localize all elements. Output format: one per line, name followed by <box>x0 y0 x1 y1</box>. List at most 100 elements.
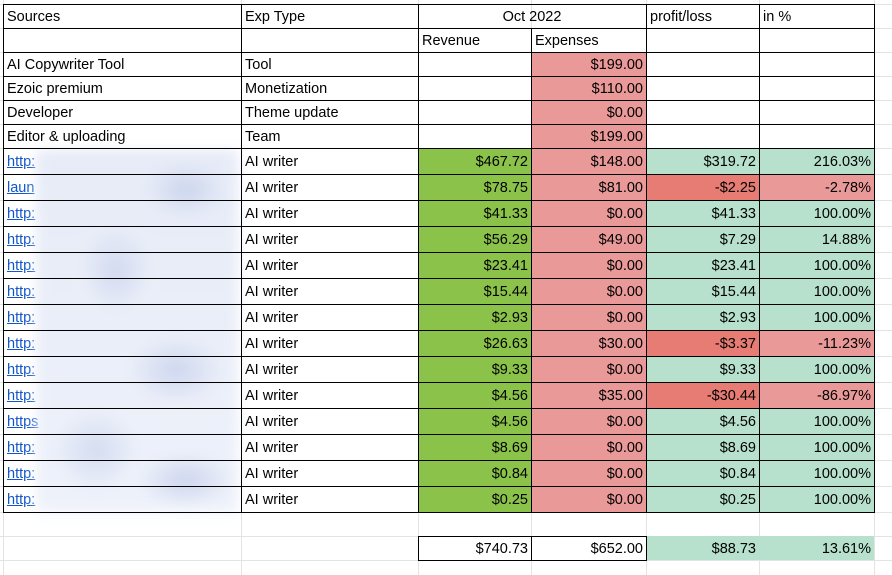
site-profit-cell[interactable]: $23.41 <box>646 252 759 278</box>
site-profit-cell-text[interactable]: $8.69 <box>720 441 756 456</box>
header-revenue[interactable]: Revenue <box>418 28 531 52</box>
expense-amount-cell[interactable]: $0.00 <box>531 100 646 124</box>
header-exp-type-text[interactable]: Exp Type <box>245 10 305 25</box>
site-profit-cell[interactable]: $319.72 <box>646 148 759 174</box>
site-expenses-cell[interactable]: $0.00 <box>531 486 646 512</box>
site-expenses-cell[interactable]: $0.00 <box>531 434 646 460</box>
site-profit-cell[interactable]: $0.25 <box>646 486 759 512</box>
site-expenses-cell[interactable]: $0.00 <box>531 356 646 382</box>
site-pct-cell-text[interactable]: 100.00% <box>814 207 871 222</box>
site-pct-cell[interactable]: 100.00% <box>759 408 874 434</box>
site-revenue-cell-text[interactable]: $4.56 <box>492 415 528 430</box>
site-pct-cell[interactable]: -86.97% <box>759 382 874 408</box>
site-revenue-cell[interactable]: $0.25 <box>418 486 531 512</box>
site-revenue-cell[interactable]: $0.84 <box>418 460 531 486</box>
expense-amount-cell[interactable]: $110.00 <box>531 76 646 100</box>
site-expenses-cell[interactable]: $0.00 <box>531 278 646 304</box>
expense-profit-cell[interactable] <box>646 52 759 76</box>
total-revenue-cell-text[interactable]: $740.73 <box>476 542 528 557</box>
site-profit-cell[interactable]: $41.33 <box>646 200 759 226</box>
expense-source-cell[interactable]: AI Copywriter Tool <box>3 52 241 76</box>
site-revenue-cell[interactable]: $26.63 <box>418 330 531 356</box>
site-type-cell[interactable]: AI writer <box>241 486 418 512</box>
expense-amount-cell-text[interactable]: $0.00 <box>607 106 643 121</box>
site-expenses-cell-text[interactable]: $30.00 <box>599 337 643 352</box>
site-link-cell-text[interactable]: http: <box>7 389 35 404</box>
site-profit-cell[interactable]: $9.33 <box>646 356 759 382</box>
site-link-cell-text[interactable]: http: <box>7 285 35 300</box>
site-expenses-cell[interactable]: $49.00 <box>531 226 646 252</box>
expense-revenue-cell[interactable] <box>418 52 531 76</box>
site-link-cell-text[interactable]: http: <box>7 467 35 482</box>
site-profit-cell-text[interactable]: $9.33 <box>720 363 756 378</box>
site-revenue-cell[interactable]: $15.44 <box>418 278 531 304</box>
site-pct-cell[interactable]: -2.78% <box>759 174 874 200</box>
site-expenses-cell-text[interactable]: $148.00 <box>591 155 643 170</box>
site-link-cell-text[interactable]: http: <box>7 259 35 274</box>
site-pct-cell-text[interactable]: -11.23% <box>818 337 871 352</box>
site-revenue-cell-text[interactable]: $9.33 <box>492 363 528 378</box>
site-profit-cell[interactable]: $15.44 <box>646 278 759 304</box>
site-revenue-cell[interactable]: $78.75 <box>418 174 531 200</box>
site-expenses-cell-text[interactable]: $0.00 <box>607 467 643 482</box>
site-pct-cell-text[interactable]: 100.00% <box>814 311 871 326</box>
expense-amount-cell-text[interactable]: $199.00 <box>591 130 643 145</box>
expense-amount-cell-text[interactable]: $110.00 <box>592 82 643 97</box>
site-expenses-cell-text[interactable]: $0.00 <box>607 285 643 300</box>
site-type-cell-text[interactable]: AI writer <box>245 207 298 222</box>
site-type-cell[interactable]: AI writer <box>241 226 418 252</box>
site-revenue-cell[interactable]: $9.33 <box>418 356 531 382</box>
expense-type-cell-text[interactable]: Monetization <box>245 82 327 97</box>
site-type-cell-text[interactable]: AI writer <box>245 337 298 352</box>
site-revenue-cell-text[interactable]: $4.56 <box>492 389 528 404</box>
site-link-cell-text[interactable]: http: <box>7 207 35 222</box>
header-in-pct-text[interactable]: in % <box>763 10 791 25</box>
site-type-cell-text[interactable]: AI writer <box>245 155 298 170</box>
site-profit-cell[interactable]: -$3.37 <box>646 330 759 356</box>
site-link-cell-text[interactable]: https <box>7 415 38 430</box>
site-revenue-cell-text[interactable]: $56.29 <box>484 233 528 248</box>
site-revenue-cell-text[interactable]: $23.41 <box>484 259 528 274</box>
expense-profit-cell[interactable] <box>646 100 759 124</box>
expense-source-cell-text[interactable]: Developer <box>7 106 73 121</box>
site-revenue-cell-text[interactable]: $15.44 <box>484 285 528 300</box>
site-pct-cell[interactable]: 14.88% <box>759 226 874 252</box>
expense-source-cell-text[interactable]: Ezoic premium <box>7 82 103 97</box>
site-profit-cell[interactable]: -$2.25 <box>646 174 759 200</box>
site-revenue-cell-text[interactable]: $26.63 <box>484 337 528 352</box>
site-profit-cell-text[interactable]: $15.44 <box>712 285 756 300</box>
site-profit-cell-text[interactable]: $7.29 <box>720 233 756 248</box>
site-pct-cell-text[interactable]: 216.03% <box>814 155 871 170</box>
site-pct-cell[interactable]: 100.00% <box>759 252 874 278</box>
site-type-cell[interactable]: AI writer <box>241 382 418 408</box>
site-type-cell-text[interactable]: AI writer <box>245 467 298 482</box>
header-expenses[interactable]: Expenses <box>531 28 646 52</box>
site-expenses-cell[interactable]: $0.00 <box>531 252 646 278</box>
header-expenses-text[interactable]: Expenses <box>535 34 599 49</box>
site-pct-cell-text[interactable]: 14.88% <box>822 233 871 248</box>
site-pct-cell-text[interactable]: -86.97% <box>817 389 871 404</box>
site-expenses-cell-text[interactable]: $81.00 <box>599 181 643 196</box>
total-revenue-cell[interactable]: $740.73 <box>418 536 531 560</box>
site-expenses-cell[interactable]: $0.00 <box>531 408 646 434</box>
site-profit-cell-text[interactable]: $23.41 <box>712 259 756 274</box>
site-profit-cell-text[interactable]: $0.84 <box>720 467 756 482</box>
site-expenses-cell-text[interactable]: $0.00 <box>607 493 643 508</box>
site-type-cell-text[interactable]: AI writer <box>245 311 298 326</box>
site-revenue-cell[interactable]: $2.93 <box>418 304 531 330</box>
header-profit-loss[interactable]: profit/loss <box>646 4 759 28</box>
site-pct-cell-text[interactable]: 100.00% <box>814 259 871 274</box>
site-link-cell-text[interactable]: http: <box>7 363 35 378</box>
header-revenue-text[interactable]: Revenue <box>422 34 480 49</box>
expense-type-cell-text[interactable]: Theme update <box>245 106 339 121</box>
site-pct-cell[interactable]: 100.00% <box>759 356 874 382</box>
site-profit-cell-text[interactable]: -$3.37 <box>715 337 756 352</box>
site-pct-cell-text[interactable]: 100.00% <box>814 363 871 378</box>
site-profit-cell-text[interactable]: -$30.44 <box>707 389 756 404</box>
site-profit-cell[interactable]: $7.29 <box>646 226 759 252</box>
expense-source-cell-text[interactable]: AI Copywriter Tool <box>7 58 124 73</box>
site-revenue-cell-text[interactable]: $8.69 <box>492 441 528 456</box>
header-exp-type[interactable]: Exp Type <box>241 4 418 28</box>
site-type-cell-text[interactable]: AI writer <box>245 415 298 430</box>
site-profit-cell[interactable]: $2.93 <box>646 304 759 330</box>
